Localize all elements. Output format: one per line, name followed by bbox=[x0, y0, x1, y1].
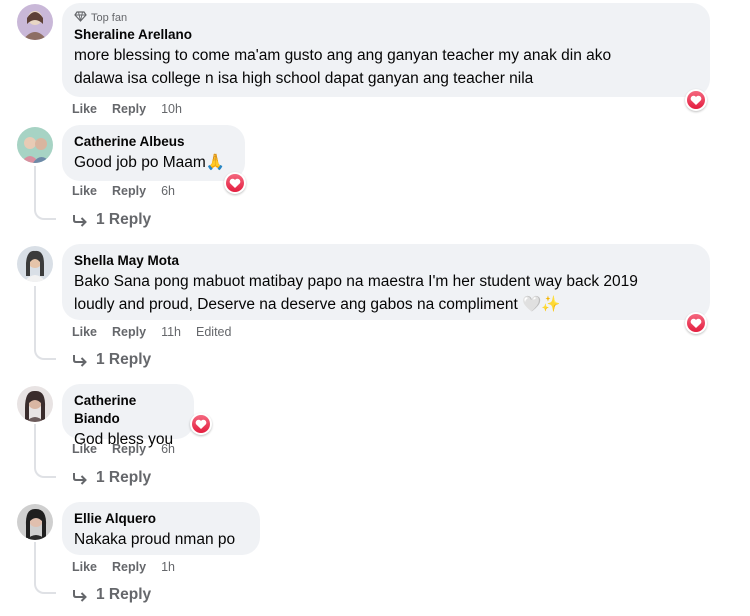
heart-reaction-icon[interactable] bbox=[685, 89, 707, 111]
avatar[interactable] bbox=[17, 4, 53, 40]
like-button[interactable]: Like bbox=[72, 184, 97, 198]
reply-arrow-icon bbox=[72, 213, 88, 227]
thread-connector bbox=[34, 206, 56, 220]
view-replies-button[interactable]: 1 Reply bbox=[72, 211, 151, 229]
comment-text-line: Bako Sana pong mabuot matibay papo na ma… bbox=[74, 273, 638, 290]
view-replies-button[interactable]: 1 Reply bbox=[72, 469, 151, 487]
like-button[interactable]: Like bbox=[72, 325, 97, 339]
thread-line bbox=[34, 166, 36, 208]
view-replies-label: 1 Reply bbox=[96, 211, 152, 228]
comment-actions: Like Reply 11h Edited bbox=[72, 325, 246, 339]
reply-button[interactable]: Reply bbox=[112, 325, 146, 339]
comment-text-line: loudly and proud, Deserve na deserve ang… bbox=[74, 296, 561, 313]
badge-label: Top fan bbox=[91, 12, 128, 24]
diamond-icon bbox=[74, 11, 87, 25]
timestamp[interactable]: 10h bbox=[161, 102, 182, 116]
comment-bubble: Top fan Sheraline Arellano more blessing… bbox=[62, 3, 710, 97]
comment-actions: Like Reply 6h bbox=[72, 184, 190, 198]
comment-bubble: Shella May Mota Bako Sana pong mabuot ma… bbox=[62, 244, 710, 320]
heart-reaction-icon[interactable] bbox=[224, 172, 246, 194]
comment-text-line: more blessing to come ma'am gusto ang an… bbox=[74, 47, 612, 64]
comment-author[interactable]: Catherine Albeus bbox=[74, 133, 233, 151]
comment-text-line: Nakaka proud nman po bbox=[74, 531, 236, 548]
reply-arrow-icon bbox=[72, 353, 88, 367]
comment-bubble: Catherine Biando God bless you bbox=[62, 384, 194, 448]
thread-line bbox=[34, 286, 36, 348]
like-button[interactable]: Like bbox=[72, 442, 97, 456]
view-replies-label: 1 Reply bbox=[96, 586, 152, 603]
reply-arrow-icon bbox=[72, 471, 88, 485]
comment-text-line: Good job po Maam🙏 bbox=[74, 154, 226, 171]
like-button[interactable]: Like bbox=[72, 560, 97, 574]
view-replies-label: 1 Reply bbox=[96, 351, 152, 368]
edited-label[interactable]: Edited bbox=[196, 325, 231, 339]
comment-text-line: dalawa isa college n isa high school dap… bbox=[74, 70, 534, 87]
timestamp[interactable]: 11h bbox=[161, 325, 181, 339]
thread-line bbox=[34, 424, 36, 466]
reply-button[interactable]: Reply bbox=[112, 184, 146, 198]
thread-line bbox=[34, 542, 36, 582]
reply-button[interactable]: Reply bbox=[112, 442, 146, 456]
avatar[interactable] bbox=[17, 386, 53, 422]
comment-bubble: Catherine Albeus Good job po Maam🙏 bbox=[62, 125, 245, 181]
comment-author[interactable]: Ellie Alquero bbox=[74, 510, 248, 528]
heart-reaction-icon[interactable] bbox=[190, 413, 212, 435]
thread-connector bbox=[34, 464, 56, 478]
comment-author[interactable]: Sheraline Arellano bbox=[74, 26, 698, 44]
reply-arrow-icon bbox=[72, 588, 88, 602]
comment-actions: Like Reply 6h bbox=[72, 442, 190, 456]
thread-connector bbox=[34, 346, 56, 360]
comment-author[interactable]: Catherine Biando bbox=[74, 392, 182, 428]
comment-actions: Like Reply 1h bbox=[72, 560, 190, 574]
thread-connector bbox=[34, 580, 56, 594]
like-button[interactable]: Like bbox=[72, 102, 97, 116]
avatar[interactable] bbox=[17, 246, 53, 282]
avatar[interactable] bbox=[17, 127, 53, 163]
comment-actions: Like Reply 10h bbox=[72, 102, 197, 116]
comment-bubble: Ellie Alquero Nakaka proud nman po bbox=[62, 502, 260, 555]
avatar[interactable] bbox=[17, 504, 53, 540]
reply-button[interactable]: Reply bbox=[112, 102, 146, 116]
view-replies-label: 1 Reply bbox=[96, 469, 152, 486]
view-replies-button[interactable]: 1 Reply bbox=[72, 586, 151, 604]
reply-button[interactable]: Reply bbox=[112, 560, 146, 574]
timestamp[interactable]: 1h bbox=[161, 560, 175, 574]
timestamp[interactable]: 6h bbox=[161, 184, 175, 198]
view-replies-button[interactable]: 1 Reply bbox=[72, 351, 151, 369]
comment-author[interactable]: Shella May Mota bbox=[74, 252, 698, 270]
heart-reaction-icon[interactable] bbox=[685, 312, 707, 334]
top-fan-badge: Top fan bbox=[74, 11, 698, 25]
timestamp[interactable]: 6h bbox=[161, 442, 175, 456]
